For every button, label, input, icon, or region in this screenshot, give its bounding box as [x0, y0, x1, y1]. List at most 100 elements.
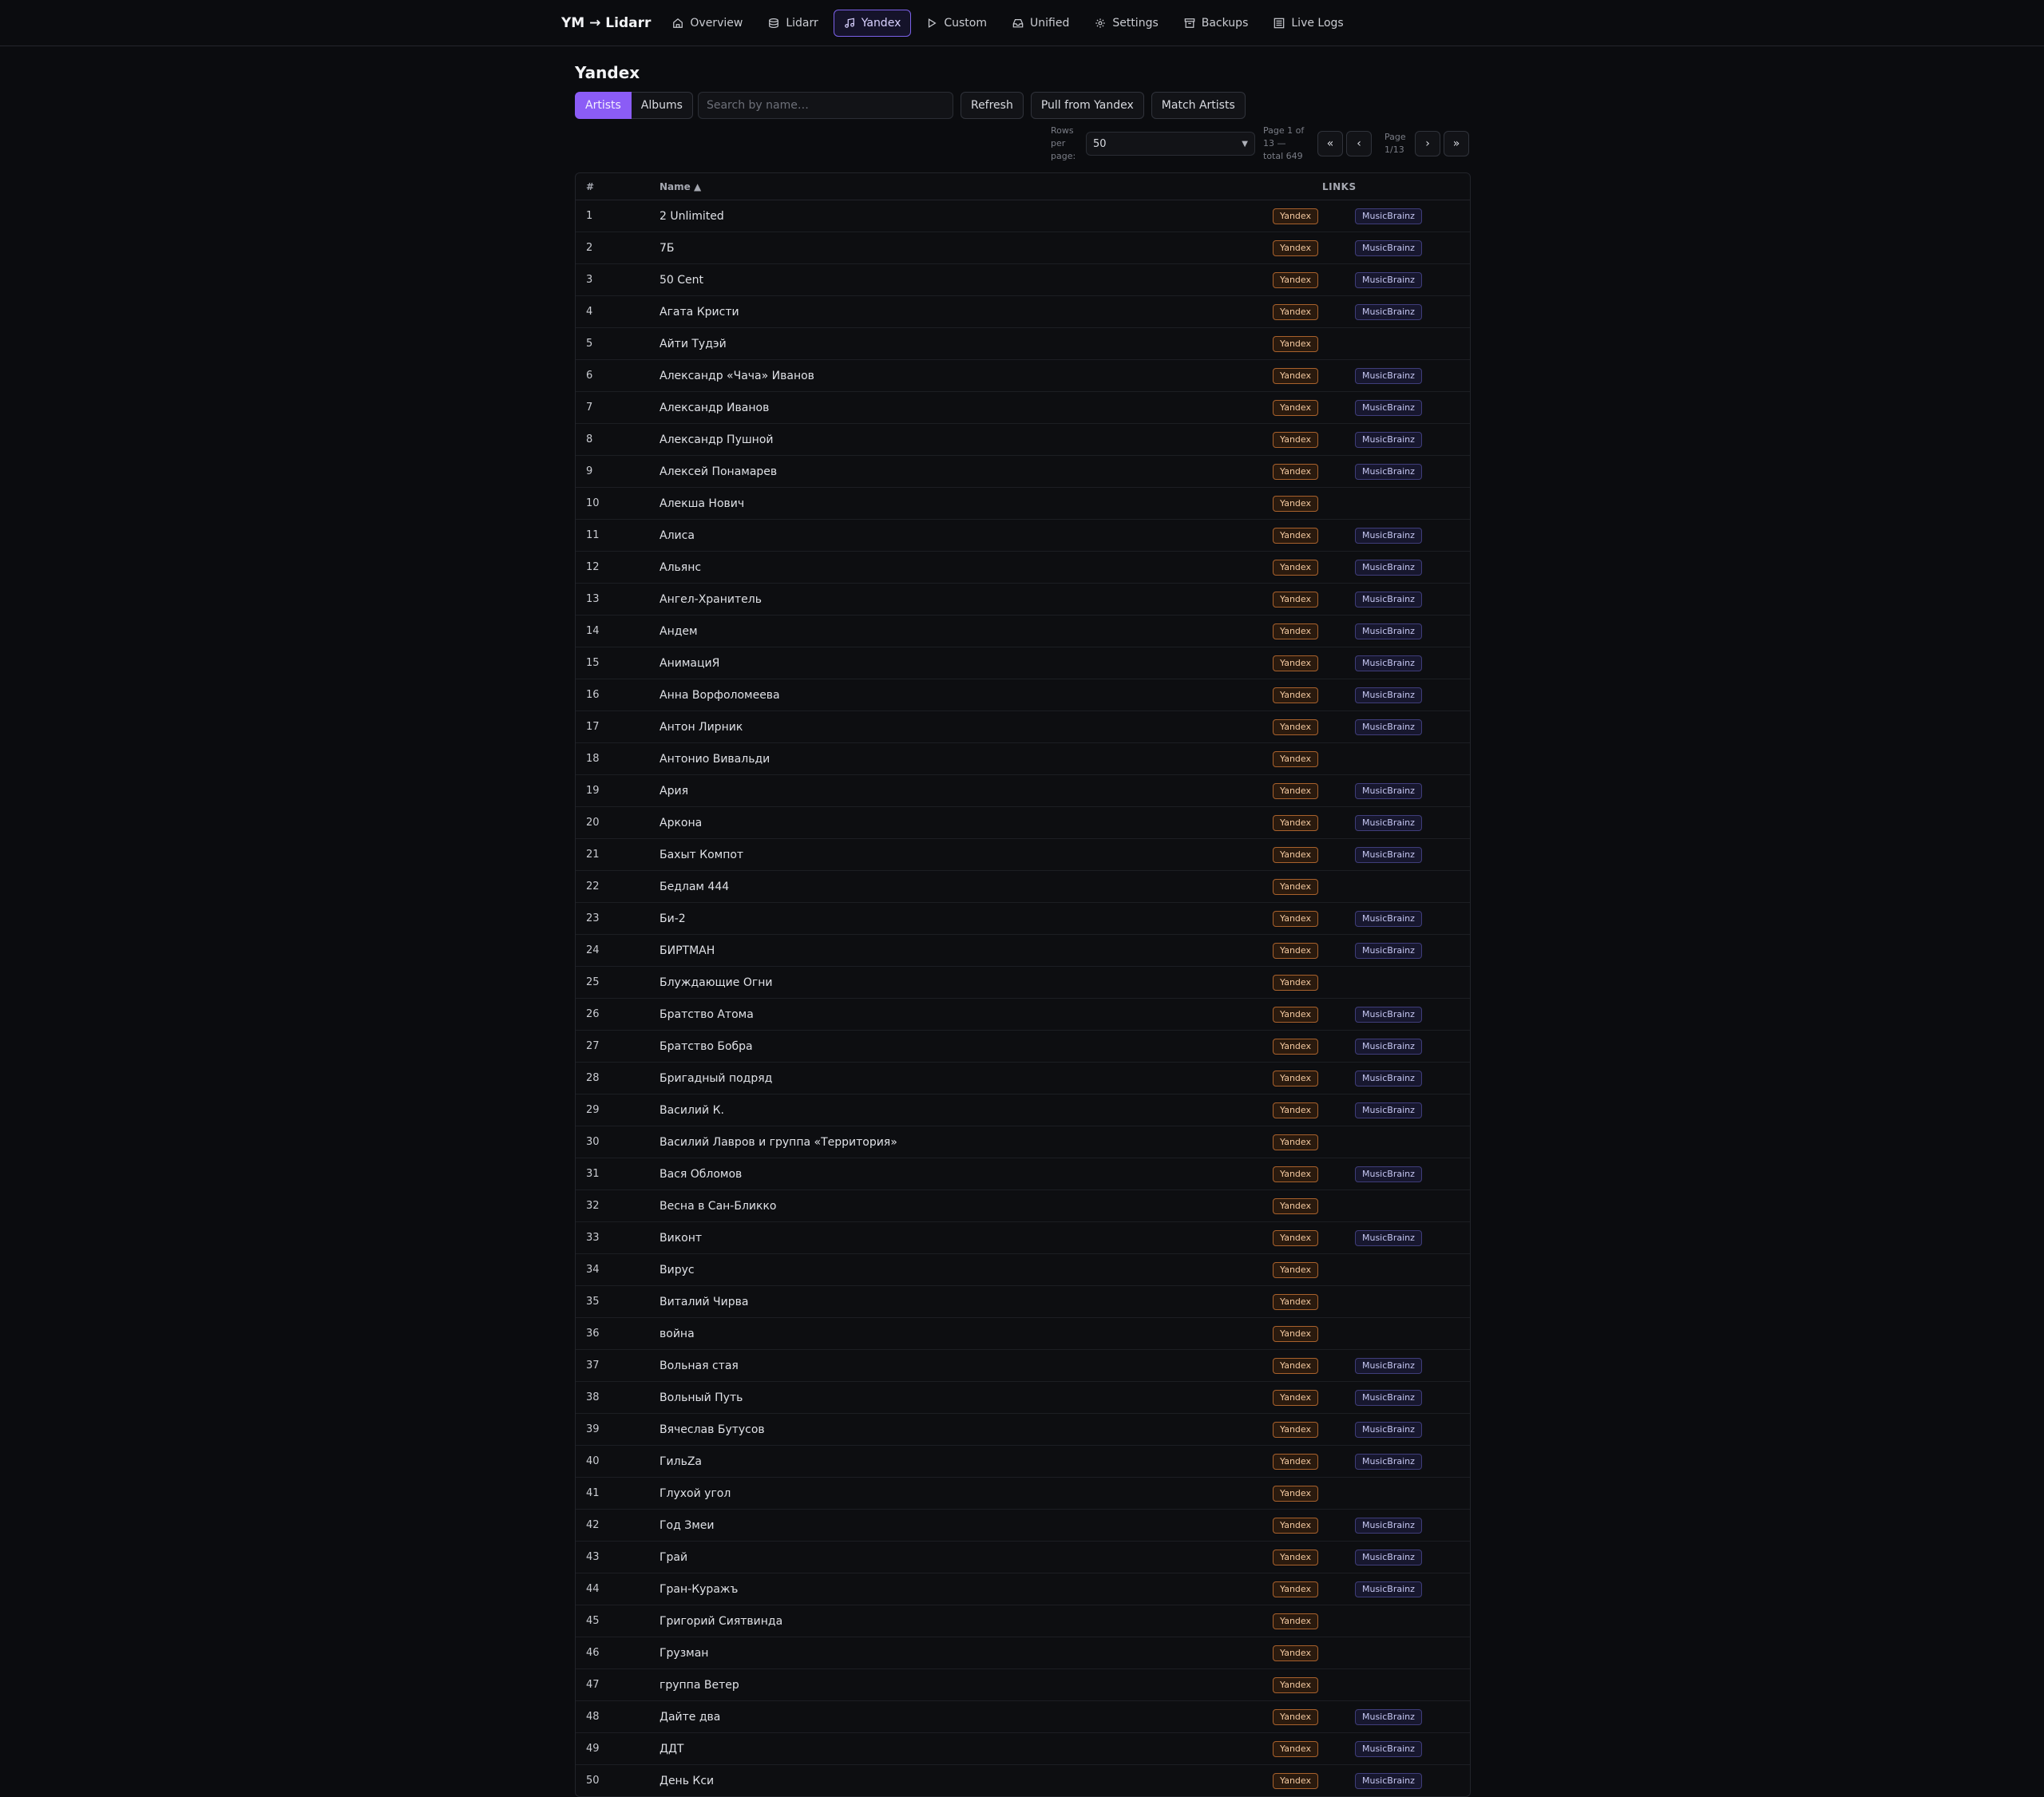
musicbrainz-link-badge[interactable]: MusicBrainz — [1354, 1102, 1422, 1118]
musicbrainz-link-badge[interactable]: MusicBrainz — [1354, 1549, 1422, 1565]
musicbrainz-link-badge[interactable]: MusicBrainz — [1354, 208, 1422, 224]
table-row[interactable]: 47 группа Ветер Yandex — [576, 1669, 1470, 1701]
yandex-link-badge[interactable]: Yandex — [1273, 1676, 1318, 1693]
musicbrainz-link-badge[interactable]: MusicBrainz — [1354, 559, 1422, 576]
musicbrainz-link-badge[interactable]: MusicBrainz — [1354, 1740, 1422, 1757]
musicbrainz-link-badge[interactable]: MusicBrainz — [1354, 303, 1422, 320]
yandex-link-badge[interactable]: Yandex — [1273, 750, 1318, 767]
refresh-button[interactable]: Refresh — [960, 92, 1024, 119]
table-row[interactable]: 4 Агата Кристи Yandex MusicBrainz — [576, 296, 1470, 328]
table-row[interactable]: 26 Братство Атома Yandex MusicBrainz — [576, 999, 1470, 1031]
table-row[interactable]: 25 Блуждающие Огни Yandex — [576, 967, 1470, 999]
nav-item-unified[interactable]: Unified — [1002, 10, 1079, 37]
nav-item-overview[interactable]: Overview — [662, 10, 753, 37]
table-row[interactable]: 33 Виконт Yandex MusicBrainz — [576, 1222, 1470, 1254]
musicbrainz-link-badge[interactable]: MusicBrainz — [1354, 782, 1422, 799]
table-row[interactable]: 5 Айти Тудэй Yandex — [576, 328, 1470, 360]
yandex-link-badge[interactable]: Yandex — [1273, 1325, 1318, 1342]
yandex-link-badge[interactable]: Yandex — [1273, 1293, 1318, 1310]
yandex-link-badge[interactable]: Yandex — [1273, 718, 1318, 735]
musicbrainz-link-badge[interactable]: MusicBrainz — [1354, 527, 1422, 544]
table-row[interactable]: 42 Год Змеи Yandex MusicBrainz — [576, 1510, 1470, 1542]
yandex-link-badge[interactable]: Yandex — [1273, 495, 1318, 512]
table-row[interactable]: 44 Гран-Куражъ Yandex MusicBrainz — [576, 1573, 1470, 1605]
table-row[interactable]: 24 БИРТМАН Yandex MusicBrainz — [576, 935, 1470, 967]
search-input[interactable] — [697, 92, 953, 119]
yandex-link-badge[interactable]: Yandex — [1273, 1006, 1318, 1023]
yandex-link-badge[interactable]: Yandex — [1273, 1613, 1318, 1629]
musicbrainz-link-badge[interactable]: MusicBrainz — [1354, 367, 1422, 384]
table-row[interactable]: 48 Дайте два Yandex MusicBrainz — [576, 1701, 1470, 1733]
yandex-link-badge[interactable]: Yandex — [1273, 399, 1318, 416]
yandex-link-badge[interactable]: Yandex — [1273, 591, 1318, 608]
yandex-link-badge[interactable]: Yandex — [1273, 1708, 1318, 1725]
musicbrainz-link-badge[interactable]: MusicBrainz — [1354, 814, 1422, 831]
yandex-link-badge[interactable]: Yandex — [1273, 878, 1318, 895]
table-row[interactable]: 39 Вячеслав Бутусов Yandex MusicBrainz — [576, 1414, 1470, 1446]
yandex-link-badge[interactable]: Yandex — [1273, 335, 1318, 352]
next-page-button[interactable]: › — [1415, 131, 1440, 156]
yandex-link-badge[interactable]: Yandex — [1273, 1421, 1318, 1438]
table-row[interactable]: 36 война Yandex — [576, 1318, 1470, 1350]
musicbrainz-link-badge[interactable]: MusicBrainz — [1354, 1389, 1422, 1406]
table-row[interactable]: 2 7Б Yandex MusicBrainz — [576, 232, 1470, 264]
table-row[interactable]: 22 Бедлам 444 Yandex — [576, 871, 1470, 903]
musicbrainz-link-badge[interactable]: MusicBrainz — [1354, 399, 1422, 416]
pull-from-yandex-button[interactable]: Pull from Yandex — [1030, 92, 1144, 119]
table-row[interactable]: 21 Бахыт Компот Yandex MusicBrainz — [576, 839, 1470, 871]
table-row[interactable]: 9 Алексей Понамарев Yandex MusicBrainz — [576, 456, 1470, 488]
musicbrainz-link-badge[interactable]: MusicBrainz — [1354, 1581, 1422, 1597]
table-row[interactable]: 19 Ария Yandex MusicBrainz — [576, 775, 1470, 807]
yandex-link-badge[interactable]: Yandex — [1273, 1261, 1318, 1278]
table-row[interactable]: 3 50 Cent Yandex MusicBrainz — [576, 264, 1470, 296]
table-row[interactable]: 23 Би-2 Yandex MusicBrainz — [576, 903, 1470, 935]
table-row[interactable]: 6 Александр «Чача» Иванов Yandex MusicBrain… — [576, 360, 1470, 392]
yandex-link-badge[interactable]: Yandex — [1273, 974, 1318, 991]
table-row[interactable]: 15 АнимациЯ Yandex MusicBrainz — [576, 647, 1470, 679]
match-artists-button[interactable]: Match Artists — [1151, 92, 1246, 119]
yandex-link-badge[interactable]: Yandex — [1273, 1740, 1318, 1757]
nav-item-live-logs[interactable]: Live Logs — [1263, 10, 1353, 37]
table-row[interactable]: 1 2 Unlimited Yandex MusicBrainz — [576, 200, 1470, 232]
yandex-link-badge[interactable]: Yandex — [1273, 1453, 1318, 1470]
table-row[interactable]: 41 Глухой угол Yandex — [576, 1478, 1470, 1510]
table-row[interactable]: 27 Братство Бобра Yandex MusicBrainz — [576, 1031, 1470, 1063]
musicbrainz-link-badge[interactable]: MusicBrainz — [1354, 1038, 1422, 1055]
nav-item-yandex[interactable]: Yandex — [833, 9, 912, 37]
musicbrainz-link-badge[interactable]: MusicBrainz — [1354, 239, 1422, 256]
column-name[interactable]: Name ▲ — [660, 181, 1310, 192]
table-row[interactable]: 30 Василий Лавров и группа «Территория» Ya… — [576, 1126, 1470, 1158]
musicbrainz-link-badge[interactable]: MusicBrainz — [1354, 1229, 1422, 1246]
musicbrainz-link-badge[interactable]: MusicBrainz — [1354, 846, 1422, 863]
last-page-button[interactable]: » — [1444, 131, 1469, 156]
table-row[interactable]: 37 Вольная стая Yandex MusicBrainz — [576, 1350, 1470, 1382]
yandex-link-badge[interactable]: Yandex — [1273, 942, 1318, 959]
table-row[interactable]: 17 Антон Лирник Yandex MusicBrainz — [576, 711, 1470, 743]
table-row[interactable]: 49 ДДТ Yandex MusicBrainz — [576, 1733, 1470, 1765]
musicbrainz-link-badge[interactable]: MusicBrainz — [1354, 591, 1422, 608]
musicbrainz-link-badge[interactable]: MusicBrainz — [1354, 1357, 1422, 1374]
musicbrainz-link-badge[interactable]: MusicBrainz — [1354, 1006, 1422, 1023]
musicbrainz-link-badge[interactable]: MusicBrainz — [1354, 623, 1422, 639]
yandex-link-badge[interactable]: Yandex — [1273, 527, 1318, 544]
musicbrainz-link-badge[interactable]: MusicBrainz — [1354, 1070, 1422, 1087]
yandex-link-badge[interactable]: Yandex — [1273, 687, 1318, 703]
table-row[interactable]: 50 День Кси Yandex MusicBrainz — [576, 1765, 1470, 1796]
yandex-link-badge[interactable]: Yandex — [1273, 910, 1318, 927]
musicbrainz-link-badge[interactable]: MusicBrainz — [1354, 718, 1422, 735]
yandex-link-badge[interactable]: Yandex — [1273, 846, 1318, 863]
table-row[interactable]: 16 Анна Ворфоломеева Yandex MusicBrainz — [576, 679, 1470, 711]
yandex-link-badge[interactable]: Yandex — [1273, 1549, 1318, 1565]
yandex-link-badge[interactable]: Yandex — [1273, 1581, 1318, 1597]
table-row[interactable]: 7 Александр Иванов Yandex MusicBrainz — [576, 392, 1470, 424]
yandex-link-badge[interactable]: Yandex — [1273, 239, 1318, 256]
yandex-link-badge[interactable]: Yandex — [1273, 623, 1318, 639]
table-row[interactable]: 38 Вольный Путь Yandex MusicBrainz — [576, 1382, 1470, 1414]
table-row[interactable]: 40 ГильZа Yandex MusicBrainz — [576, 1446, 1470, 1478]
table-row[interactable]: 8 Александр Пушной Yandex MusicBrainz — [576, 424, 1470, 456]
musicbrainz-link-badge[interactable]: MusicBrainz — [1354, 942, 1422, 959]
yandex-link-badge[interactable]: Yandex — [1273, 367, 1318, 384]
yandex-link-badge[interactable]: Yandex — [1273, 303, 1318, 320]
table-row[interactable]: 11 Алиса Yandex MusicBrainz — [576, 520, 1470, 552]
nav-item-custom[interactable]: Custom — [916, 10, 997, 37]
